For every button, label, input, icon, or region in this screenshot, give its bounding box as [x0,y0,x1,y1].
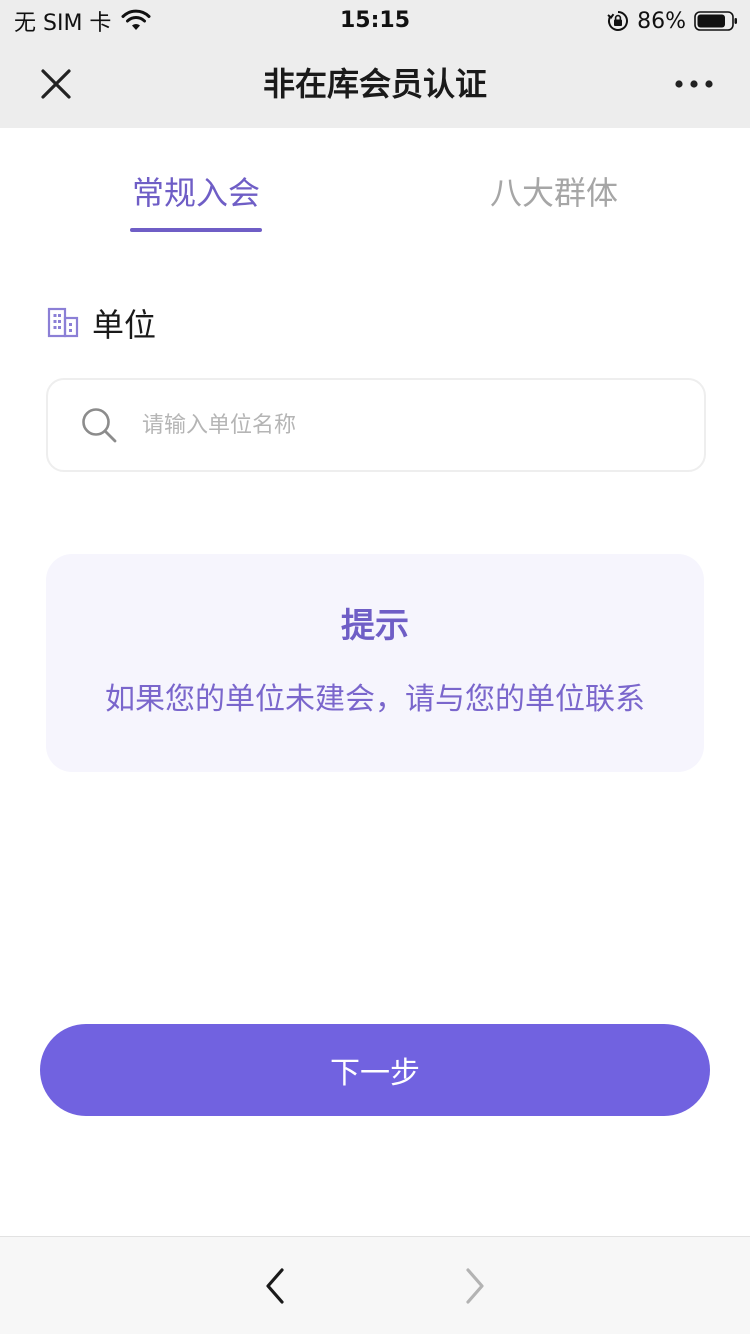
next-step-button[interactable]: 下一步 [40,1024,710,1116]
page-title: 非在库会员认证 [262,65,487,103]
building-icon [47,307,79,338]
top-header: 无 SIM 卡 15:15 86% 非在库会员认证 [0,0,750,128]
more-button[interactable] [668,64,720,104]
back-arrow-icon [266,1268,284,1304]
close-button[interactable] [30,60,82,108]
tab-regular-membership[interactable]: 常规入会 [110,168,282,232]
orientation-lock-icon [607,11,629,31]
close-icon [41,69,71,99]
bottom-toolbar [0,1236,750,1334]
search-icon [82,408,117,443]
nav-bar: 非在库会员认证 [0,40,750,128]
tab-label: 八大群体 [489,174,618,212]
battery-percent: 86% [637,8,686,34]
tab-eight-groups[interactable]: 八大群体 [468,168,640,232]
status-right: 86% [607,4,738,38]
tab-bar: 常规入会 八大群体 [0,128,750,238]
status-bar: 无 SIM 卡 15:15 86% [0,0,750,40]
unit-label: 单位 [92,306,157,344]
forward-button[interactable] [450,1261,500,1311]
tip-title: 提示 [341,606,409,646]
unit-search-box[interactable] [46,378,706,472]
unit-label-row: 单位 [46,300,156,346]
forward-arrow-icon [466,1268,484,1304]
unit-search-input[interactable] [140,411,664,439]
battery-icon [694,11,737,31]
active-tab-indicator [130,228,262,232]
tip-card: 提示 如果您的单位未建会，请与您的单位联系 [46,554,704,772]
tip-text: 如果您的单位未建会，请与您的单位联系 [105,682,645,717]
back-button[interactable] [250,1261,300,1311]
more-icon [675,80,713,88]
tab-label: 常规入会 [131,174,260,212]
